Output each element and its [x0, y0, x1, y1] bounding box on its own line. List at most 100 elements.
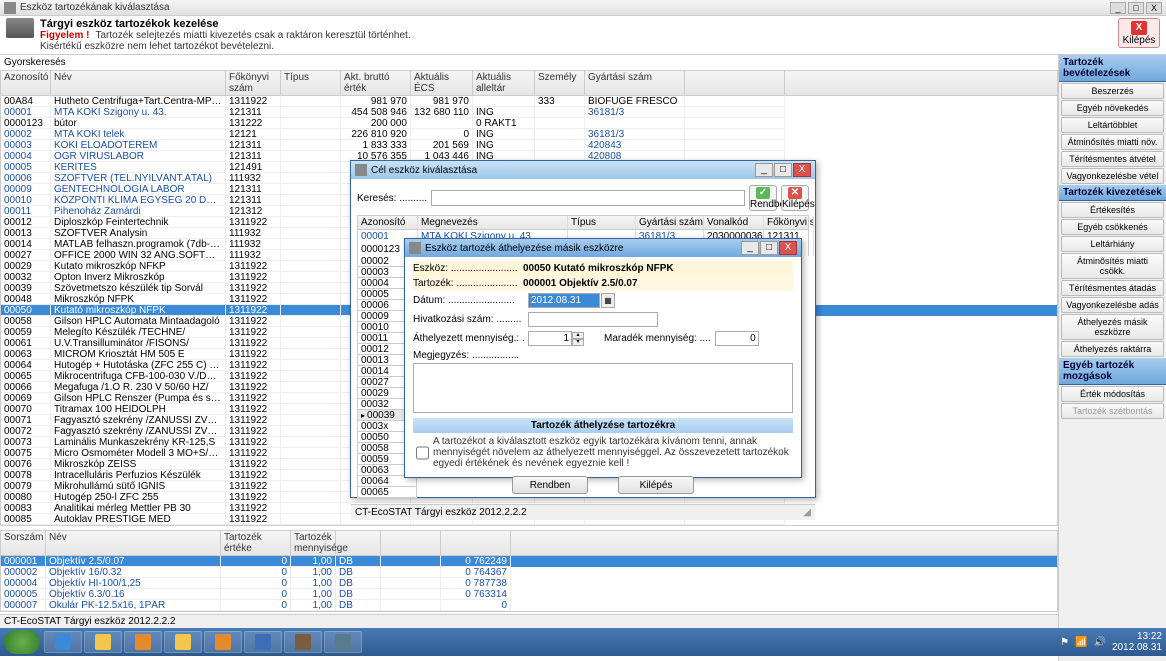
side-button[interactable]: Vagyonkezelésbe adás — [1061, 297, 1164, 313]
tray-volume-icon[interactable]: 🔊 — [1093, 637, 1105, 648]
side-button[interactable]: Térítésmentes átadás — [1061, 280, 1164, 296]
remaining-qty-input[interactable] — [715, 331, 759, 346]
dialog1-close[interactable]: X — [793, 163, 811, 177]
date-input[interactable] — [528, 293, 600, 308]
window-title: Eszköz tartozékának kiválasztása — [20, 2, 1110, 13]
column-header[interactable]: Aktuális alleltár — [473, 71, 535, 95]
side-button[interactable]: Térítésmentes átvétel — [1061, 151, 1164, 167]
column-header[interactable] — [685, 71, 785, 95]
column-header[interactable] — [381, 531, 441, 555]
column-header[interactable]: Típus — [281, 71, 341, 95]
column-header[interactable]: Akt. bruttó érték — [341, 71, 411, 95]
accessories-grid[interactable]: SorszámNévTartozék értékeTartozék mennyi… — [0, 530, 1058, 612]
side-section-header: Tartozék kivezetések — [1059, 185, 1166, 201]
side-button[interactable]: Áthelyezés másik eszközre — [1061, 314, 1164, 340]
side-button[interactable]: Leltárhiány — [1061, 236, 1164, 252]
column-header[interactable]: Tartozék értéke — [221, 531, 291, 555]
column-header[interactable] — [336, 531, 381, 555]
side-button[interactable]: Érték módosítás — [1061, 386, 1164, 402]
dialog1-ok-button[interactable]: ✓Rendben — [749, 185, 777, 211]
close-icon: X — [1131, 21, 1147, 35]
tray-date: 2012.08.31 — [1112, 642, 1162, 653]
column-header[interactable]: Főkönyvi szám — [226, 71, 281, 95]
table-row[interactable]: 00A84Hutheto Centrifuga+Tart.Centra-MP 4… — [1, 96, 1057, 107]
chevron-up-icon[interactable]: ▴ — [572, 332, 584, 339]
column-header[interactable]: Gyártási szám — [585, 71, 685, 95]
column-header[interactable] — [441, 531, 511, 555]
table-row[interactable]: 000001Objektív 2.5/0.0701,00DB0 762249 — [1, 556, 1057, 567]
start-button[interactable] — [4, 630, 40, 654]
column-header[interactable]: Azonosító — [1, 71, 51, 95]
taskbar[interactable]: ⚑ 📶 🔊 13:22 2012.08.31 — [0, 628, 1166, 656]
side-button[interactable]: Átminősítés miatti csökk. — [1061, 253, 1164, 279]
refnum-label: Hivatkozási szám: ......... — [413, 314, 528, 325]
qty-spinner[interactable]: ▴▾ — [572, 332, 584, 346]
dialog1-maximize[interactable]: □ — [774, 163, 792, 177]
column-header[interactable]: Vonalkód — [704, 216, 764, 229]
dialog1-minimize[interactable]: _ — [755, 163, 773, 177]
side-button[interactable]: Leltártöbblet — [1061, 117, 1164, 133]
taskbar-explorer[interactable] — [84, 631, 122, 653]
dialog2-ok-button[interactable]: Rendben — [512, 476, 588, 494]
main-titlebar: Eszköz tartozékának kiválasztása _ □ X — [0, 0, 1166, 16]
column-header[interactable]: Aktuális ÉCS — [411, 71, 473, 95]
table-row[interactable]: 000002Objektív 16/0.3201,00DB0 764367 — [1, 567, 1057, 578]
close-button[interactable]: X — [1146, 2, 1162, 14]
dialog2-maximize[interactable]: □ — [760, 241, 778, 255]
taskbar-outlook[interactable] — [124, 631, 162, 653]
column-header[interactable]: Gyártási szám — [636, 216, 704, 229]
taskbar-ie[interactable] — [44, 631, 82, 653]
side-section-header: Tartozék bevételezések — [1059, 55, 1166, 82]
side-button[interactable]: Átminősítés miatti növ. — [1061, 134, 1164, 150]
taskbar-excel[interactable] — [204, 631, 242, 653]
refnum-input[interactable] — [528, 312, 658, 327]
minimize-button[interactable]: _ — [1110, 2, 1126, 14]
side-button[interactable]: Tartozék szétbontás — [1061, 403, 1164, 419]
dialog2-minimize[interactable]: _ — [741, 241, 759, 255]
taskbar-notes[interactable] — [164, 631, 202, 653]
column-header[interactable]: Sorszám — [1, 531, 46, 555]
side-button[interactable]: Egyéb csökkenés — [1061, 219, 1164, 235]
column-header[interactable]: Tartozék mennyisége — [291, 531, 336, 555]
column-header[interactable]: Név — [46, 531, 221, 555]
comment-textarea[interactable] — [413, 363, 793, 413]
table-row[interactable]: 00001MTA KOKI Szigony u. 43.121311454 50… — [1, 107, 1057, 118]
search-input[interactable] — [431, 190, 745, 206]
table-row[interactable]: 0000123bútor131222200 0000 RAKT1 — [1, 118, 1057, 129]
side-button[interactable]: Értékesítés — [1061, 202, 1164, 218]
side-button[interactable]: Áthelyezés raktárra — [1061, 341, 1164, 357]
taskbar-app2[interactable] — [324, 631, 362, 653]
merge-note: A tartozékot a kiválasztott eszköz egyik… — [433, 436, 790, 469]
table-row[interactable]: 00002MTA KOKI telek12121226 810 9200ING3… — [1, 129, 1057, 140]
exit-button[interactable]: X Kilépés — [1118, 18, 1160, 48]
merge-checkbox[interactable] — [416, 437, 429, 469]
dialog1-cancel-button[interactable]: ✕Kilépés — [781, 185, 809, 211]
column-header[interactable]: Megnevezés — [418, 216, 568, 229]
calendar-icon[interactable]: ▦ — [601, 293, 615, 308]
column-header[interactable]: Típus — [568, 216, 636, 229]
taskbar-app1[interactable] — [284, 631, 322, 653]
table-row[interactable]: 00003KOKI ELOADÓTEREM1213111 833 333201 … — [1, 140, 1057, 151]
transfer-section-header: Tartozék áthelyzése tartozékra — [413, 418, 793, 433]
tray-network-icon[interactable]: 📶 — [1075, 637, 1087, 648]
taskbar-word[interactable] — [244, 631, 282, 653]
table-row[interactable]: 000005Objektív 6.3/0.1601,00DB0 763314 — [1, 589, 1057, 600]
table-row[interactable]: 000007Okulár PK-12.5x16, 1PÁR01,00DB0 — [1, 600, 1057, 611]
column-header[interactable]: Személy — [535, 71, 585, 95]
chevron-down-icon[interactable]: ▾ — [572, 339, 584, 346]
system-tray[interactable]: ⚑ 📶 🔊 13:22 2012.08.31 — [1060, 631, 1162, 653]
table-row[interactable]: 000004Objektív HI-100/1,2501,00DB0 78773… — [1, 578, 1057, 589]
column-header[interactable]: Azonosító — [358, 216, 418, 229]
column-header[interactable]: Név — [51, 71, 226, 95]
side-button[interactable]: Beszerzés — [1061, 83, 1164, 99]
transfer-qty-input[interactable] — [528, 331, 572, 346]
column-header[interactable]: Főkönyvi szám — [764, 216, 814, 229]
dialog2-cancel-button[interactable]: Kilépés — [618, 476, 694, 494]
dialog1-statusbar: CT-EcoSTAT Tárgyi eszköz 2012.2.2.2 ◢ — [351, 504, 815, 520]
maximize-button[interactable]: □ — [1128, 2, 1144, 14]
side-button[interactable]: Vagyonkezelésbe vétel — [1061, 168, 1164, 184]
dialog2-close[interactable]: X — [779, 241, 797, 255]
tray-flag-icon[interactable]: ⚑ — [1060, 637, 1069, 648]
side-button[interactable]: Egyéb növekedés — [1061, 100, 1164, 116]
resize-grip-icon[interactable]: ◢ — [803, 507, 811, 518]
